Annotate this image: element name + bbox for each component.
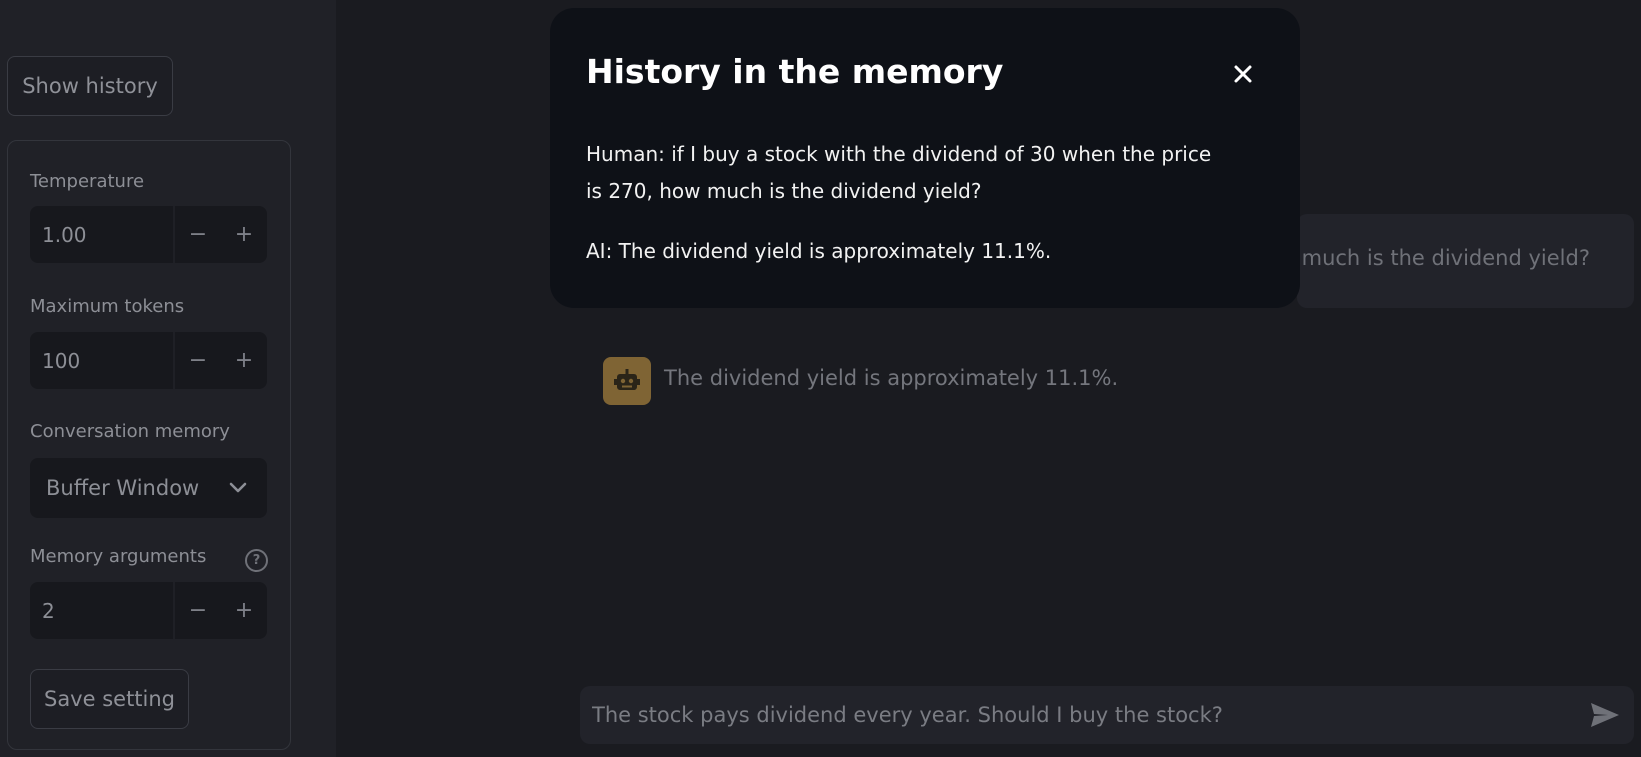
max-tokens-stepper: 100 − +: [30, 332, 267, 389]
max-tokens-label: Maximum tokens: [30, 296, 185, 317]
max-tokens-input[interactable]: 100: [30, 332, 173, 389]
temperature-increment-button[interactable]: +: [221, 206, 267, 263]
memory-arguments-label: Memory arguments: [30, 546, 207, 567]
save-setting-button[interactable]: Save setting: [30, 669, 189, 729]
settings-panel: Temperature 1.00 − + Maximum tokens 100 …: [7, 140, 291, 750]
sidebar: Show history Temperature 1.00 − + Maximu…: [0, 0, 336, 757]
show-history-button[interactable]: Show history: [7, 56, 173, 116]
memory-arguments-input[interactable]: 2: [30, 582, 173, 639]
modal-body: Human: if I buy a stock with the dividen…: [586, 136, 1226, 293]
conversation-memory-select[interactable]: Buffer Window: [30, 458, 267, 518]
memory-arguments-decrement-button[interactable]: −: [173, 582, 221, 639]
memory-arguments-stepper: 2 − +: [30, 582, 267, 639]
conversation-memory-value: Buffer Window: [46, 476, 200, 500]
temperature-input[interactable]: 1.00: [30, 206, 173, 263]
robot-icon: [603, 357, 651, 405]
history-modal: History in the memory Human: if I buy a …: [550, 8, 1300, 308]
max-tokens-decrement-button[interactable]: −: [173, 332, 221, 389]
conversation-memory-label: Conversation memory: [30, 421, 230, 442]
temperature-decrement-button[interactable]: −: [173, 206, 221, 263]
app-root: Show history Temperature 1.00 − + Maximu…: [0, 0, 1641, 757]
modal-title: History in the memory: [586, 52, 1004, 91]
history-human-line: Human: if I buy a stock with the dividen…: [586, 142, 1212, 203]
chat-input[interactable]: [592, 703, 1552, 727]
memory-arguments-increment-button[interactable]: +: [221, 582, 267, 639]
close-icon[interactable]: [1230, 61, 1256, 87]
chat-input-box: [580, 686, 1634, 744]
question-circle-icon[interactable]: ?: [245, 549, 268, 572]
send-icon[interactable]: [1590, 701, 1620, 729]
temperature-stepper: 1.00 − +: [30, 206, 267, 263]
max-tokens-increment-button[interactable]: +: [221, 332, 267, 389]
temperature-label: Temperature: [30, 171, 145, 192]
history-ai-line: AI: The dividend yield is approximately …: [586, 239, 1052, 263]
chevron-down-icon: [229, 482, 247, 493]
bot-message-text: The dividend yield is approximately 11.1…: [664, 366, 1119, 390]
